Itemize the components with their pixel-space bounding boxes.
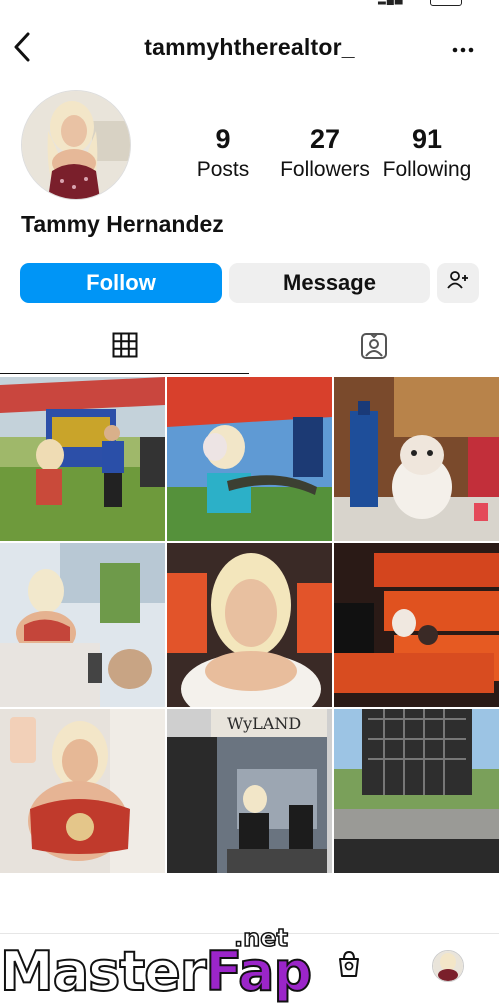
nav-shop[interactable] [329,946,369,986]
profile-tabs [0,322,499,374]
shopping-bag-icon [336,950,362,983]
battery-icon [430,0,462,6]
svg-text:WyLAND: WyLAND [227,714,301,733]
post-thumbnail[interactable] [334,709,499,873]
profile-header: tammyhtherealtor_ [0,22,499,74]
suggested-users-button[interactable] [437,263,479,303]
tagged-icon [360,332,388,365]
tab-tagged[interactable] [249,322,499,374]
suggest-person-icon [447,270,469,296]
following-count: 91 [411,124,443,154]
followers-stat[interactable]: 27 Followers [276,124,374,186]
post-thumbnail[interactable] [334,377,499,541]
profile-avatar[interactable] [21,90,131,200]
post-thumbnail[interactable] [0,709,165,873]
posts-stat: 9 Posts [190,124,256,186]
follow-button[interactable]: Follow [20,263,222,303]
posts-count: 9 [215,124,231,154]
post-thumbnail[interactable]: WyLAND [167,709,332,873]
post-thumbnail[interactable] [0,377,165,541]
post-thumbnail[interactable] [167,543,332,707]
post-thumbnail[interactable] [0,543,165,707]
post-thumbnail[interactable] [167,377,332,541]
nav-profile-avatar [432,950,464,982]
status-bar: ▂▄▆ [0,0,499,10]
following-stat[interactable]: 91 Following [378,124,476,186]
tab-posts-grid[interactable] [0,322,249,374]
signal-icon: ▂▄▆ [378,0,403,5]
more-icon[interactable] [450,36,476,62]
bottom-navigation [0,933,499,1001]
followers-count: 27 [309,124,341,154]
grid-icon [112,332,138,363]
profile-username: tammyhtherealtor_ [144,34,355,60]
posts-label: Posts [196,158,250,181]
nav-profile[interactable] [428,946,468,986]
followers-label: Followers [280,158,370,181]
following-label: Following [382,158,472,181]
message-button[interactable]: Message [229,263,430,303]
post-thumbnail[interactable] [334,543,499,707]
profile-full-name: Tammy Hernandez [21,211,224,237]
